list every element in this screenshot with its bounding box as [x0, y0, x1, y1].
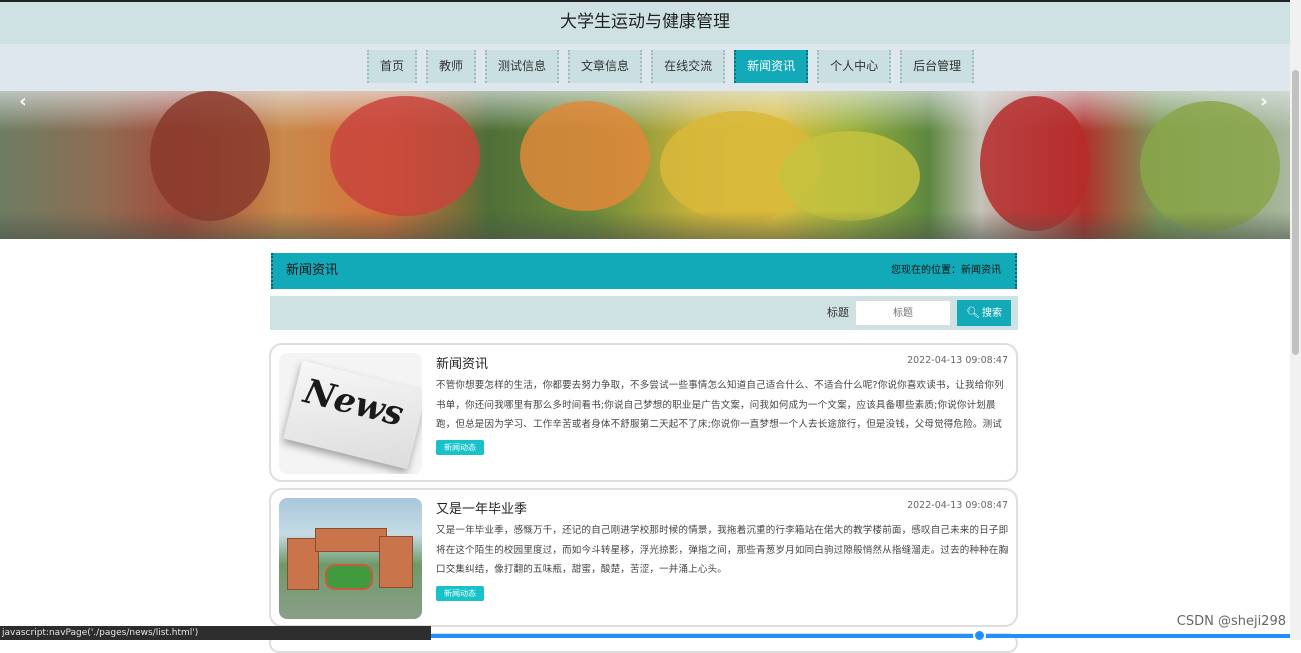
- search-bar: 标题 🔍︎搜索: [270, 296, 1018, 330]
- news-thumbnail-campus[interactable]: [279, 498, 422, 619]
- news-summary: 不管你想要怎样的生活，你都要去努力争取，不多尝试一些事情怎么知道自己适合什么、不…: [436, 380, 1004, 430]
- site-title: 大学生运动与健康管理: [560, 12, 730, 32]
- nav-item[interactable]: 新闻资讯: [734, 50, 809, 83]
- nav-item[interactable]: 测试信息: [485, 50, 560, 83]
- campus-building: [379, 536, 413, 588]
- bottom-progress-knob[interactable]: [973, 629, 986, 642]
- section-title: 新闻资讯: [286, 263, 339, 278]
- page-scrollbar[interactable]: [1290, 0, 1301, 640]
- news-title[interactable]: 又是一年毕业季: [436, 498, 527, 517]
- news-category-tag[interactable]: 新闻动态: [436, 440, 484, 455]
- nav-item[interactable]: 后台管理: [900, 50, 975, 83]
- nav-item[interactable]: 教师: [426, 50, 477, 83]
- main-nav: 首页 教师 测试信息 文章信息 在线交流 新闻资讯 个人中心 后台管理: [0, 44, 1290, 91]
- news-title[interactable]: 新闻资讯: [436, 353, 488, 372]
- banner-carousel: [0, 91, 1290, 239]
- banner-next-arrow-icon[interactable]: ›: [1254, 92, 1274, 112]
- banner-prev-arrow-icon[interactable]: ‹: [13, 92, 33, 112]
- banner-tree: [780, 131, 920, 221]
- banner-tree: [330, 96, 480, 216]
- news-category-tag[interactable]: 新闻动态: [436, 586, 484, 601]
- campus-building: [315, 528, 387, 552]
- news-date: 2022-04-13 09:08:47: [907, 500, 1008, 511]
- search-label: 标题: [827, 306, 849, 319]
- news-summary: 又是一年毕业季，感慨万千，还记的自己刚进学校那时候的情景，我拖着沉重的行李箱站在…: [436, 525, 1009, 575]
- nav-item[interactable]: 首页: [367, 50, 418, 83]
- news-date: 2022-04-13 09:08:47: [907, 355, 1008, 366]
- watermark: CSDN @sheji298: [1176, 614, 1286, 629]
- news-card[interactable]: 又是一年毕业季 2022-04-13 09:08:47 又是一年毕业季，感慨万千…: [269, 488, 1018, 627]
- campus-sports-field: [325, 564, 373, 590]
- breadcrumb: 您现在的位置：新闻资讯: [891, 265, 1001, 276]
- search-button[interactable]: 🔍︎ 搜索: [957, 300, 1011, 326]
- nav-item[interactable]: 在线交流: [651, 50, 726, 83]
- search-button-label: 搜索: [981, 308, 1002, 319]
- search-input[interactable]: [855, 300, 951, 326]
- news-card[interactable]: News 新闻资讯 2022-04-13 09:08:47 不管你想要怎样的生活…: [269, 343, 1018, 482]
- nav-item[interactable]: 文章信息: [568, 50, 643, 83]
- browser-status-bar: javascript:navPage('./pages/news/list.ht…: [0, 626, 431, 640]
- nav-items: 首页 教师 测试信息 文章信息 在线交流 新闻资讯 个人中心 后台管理: [367, 50, 975, 83]
- banner-tree: [520, 101, 650, 211]
- search-icon: 🔍︎: [966, 306, 980, 319]
- news-thumbnail-newspaper[interactable]: News: [279, 353, 422, 474]
- banner-ground: [0, 211, 1290, 239]
- section-header: 新闻资讯 您现在的位置：新闻资讯: [271, 253, 1017, 289]
- banner-tree: [150, 91, 270, 221]
- site-header: 大学生运动与健康管理: [0, 2, 1290, 44]
- scrollbar-thumb[interactable]: [1292, 70, 1299, 355]
- nav-item[interactable]: 个人中心: [817, 50, 892, 83]
